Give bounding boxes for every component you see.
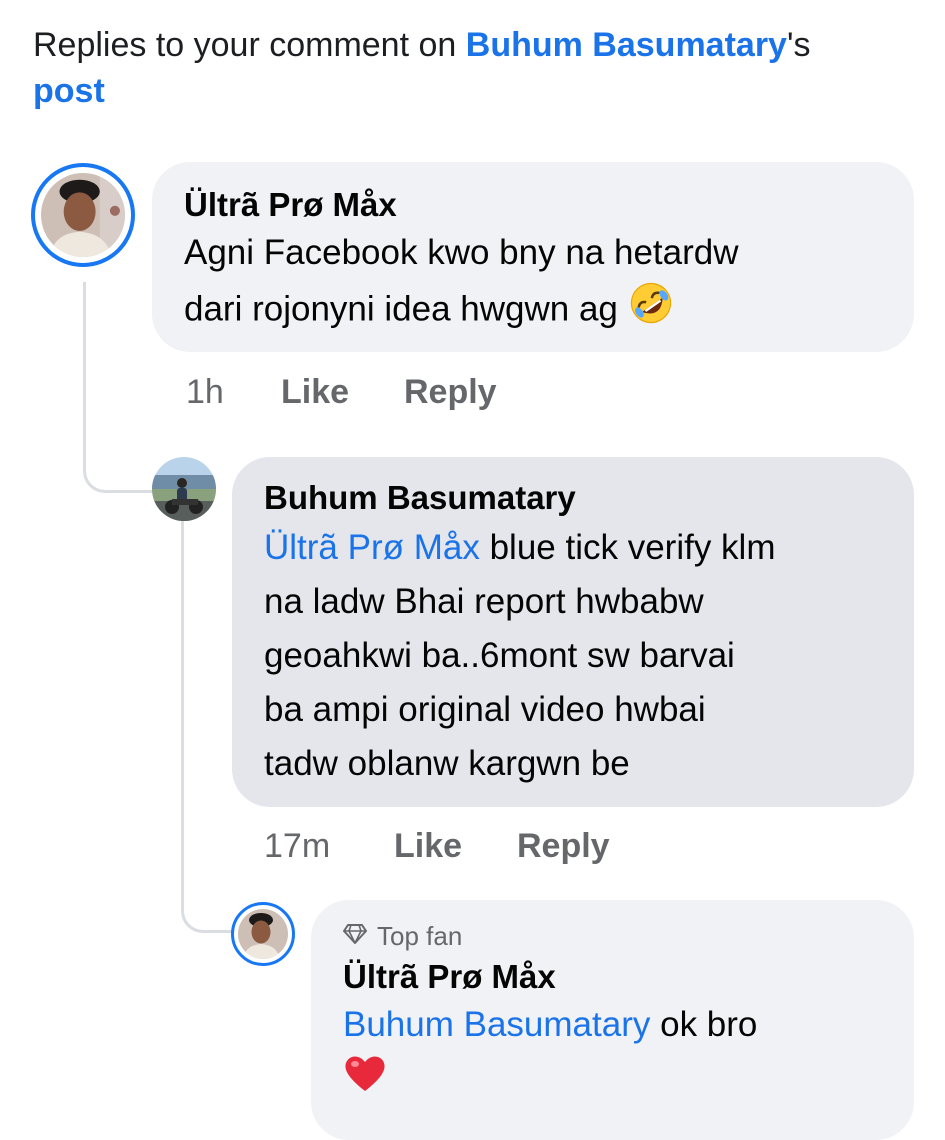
like-button[interactable]: Like — [281, 372, 404, 412]
comment-text: Agni Facebook kwo bny na hetardw dari ro… — [184, 226, 882, 342]
like-button[interactable]: Like — [394, 826, 517, 866]
profile-photo — [238, 909, 288, 959]
comment-line: na ladw Bhai report hwbabw — [264, 582, 704, 621]
comment-actions: 17m Like Reply — [264, 826, 610, 866]
comment-line: blue tick verify klm — [479, 528, 776, 567]
comment-bubble[interactable]: Buhum Basumatary Ültrã Prø Måx blue tick… — [232, 457, 914, 807]
top-fan-badge: Top fan — [343, 920, 882, 952]
comment-text: Ültrã Prø Måx blue tick verify klm na la… — [264, 521, 882, 791]
post-link[interactable]: post — [33, 72, 105, 110]
mention-link[interactable]: Ültrã Prø Måx — [264, 528, 480, 567]
comment-bubble[interactable]: Top fan Ültrã Prø Måx Buhum Basumatary o… — [311, 900, 914, 1140]
header-prefix: Replies to your comment on — [33, 26, 466, 64]
mention-link[interactable]: Buhum Basumatary — [343, 1005, 650, 1044]
comment-line: dari rojonyni idea hwgwn ag — [184, 289, 618, 329]
comment-author[interactable]: Buhum Basumatary — [264, 477, 882, 519]
header-possessive: 's — [786, 26, 811, 64]
comment-time: 1h — [186, 373, 224, 411]
comment-author[interactable]: Ültrã Prø Måx — [184, 184, 882, 226]
badge-label: Top fan — [377, 921, 463, 951]
comment-author[interactable]: Ültrã Prø Måx — [343, 956, 882, 998]
reply-button[interactable]: Reply — [404, 372, 497, 412]
avatar[interactable] — [231, 902, 295, 966]
comment-line: Agni Facebook kwo bny na hetardw — [184, 233, 739, 272]
comment-text: Buhum Basumatary ok bro — [343, 998, 882, 1109]
reply-button[interactable]: Reply — [517, 826, 610, 866]
comment-line: ba ampi original video hwbai — [264, 690, 706, 729]
comment-line: geoahkwi ba..6mont sw barvai — [264, 636, 735, 675]
thread-connector — [181, 510, 236, 933]
red-heart-emoji — [343, 1053, 387, 1109]
notification-header: Replies to your comment on Buhum Basumat… — [33, 22, 913, 114]
diamond-icon — [343, 920, 367, 952]
comment-line: ok bro — [650, 1005, 758, 1044]
comment-line: tadw oblanw kargwn be — [264, 744, 630, 783]
comment-actions: 1h Like Reply — [186, 372, 497, 412]
thread-connector — [83, 282, 156, 493]
profile-photo — [41, 173, 125, 257]
comment-bubble[interactable]: Ültrã Prø Måx Agni Facebook kwo bny na h… — [152, 162, 914, 352]
comment-time: 17m — [264, 827, 331, 865]
avatar[interactable] — [31, 163, 135, 267]
rolling-laughing-emoji — [628, 280, 674, 342]
post-author-link[interactable]: Buhum Basumatary — [466, 26, 787, 64]
avatar[interactable] — [152, 457, 216, 521]
profile-photo — [152, 457, 216, 521]
